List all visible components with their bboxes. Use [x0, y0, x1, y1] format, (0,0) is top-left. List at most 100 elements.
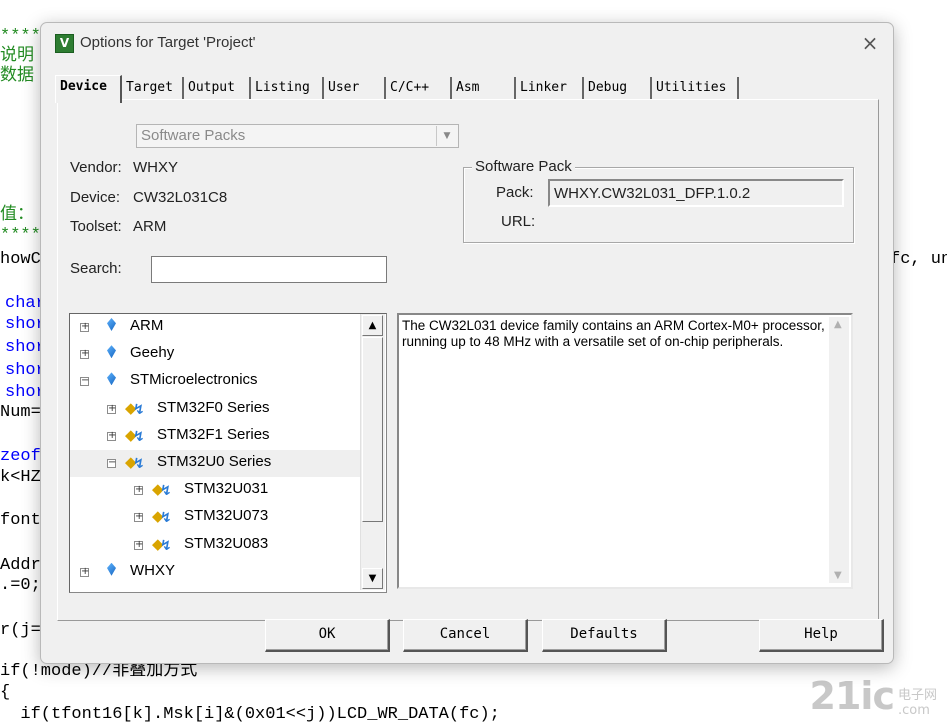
- tree-item[interactable]: + Geehy: [70, 341, 361, 368]
- vendor-value: WHXY: [133, 159, 178, 176]
- watermark-sub-1: 电子网: [897, 688, 937, 703]
- tree-item[interactable]: + WHXY: [70, 559, 361, 586]
- vendor-icon: [107, 345, 116, 359]
- code-right-fragment: fc, uns: [890, 250, 947, 269]
- watermark-sub-2: .com: [897, 703, 930, 718]
- expand-icon[interactable]: +: [80, 322, 89, 332]
- tab-output[interactable]: Output: [184, 77, 251, 99]
- tab-device[interactable]: Device: [55, 75, 122, 103]
- code-line: font: [0, 511, 41, 530]
- device-family-icon: ◆ ↯: [125, 453, 145, 472]
- code-line: ****: [0, 27, 41, 46]
- watermark-logo: 21ic 电子网 .com: [810, 674, 937, 718]
- tree-item-label: STM32F0 Series: [157, 398, 270, 416]
- code-line: .=0;: [0, 576, 41, 595]
- tab-c-cpp[interactable]: C/C++: [386, 77, 452, 99]
- tree-item-label: STM32U031: [184, 480, 269, 498]
- code-line: if(!mode)//非叠加方式: [0, 662, 198, 681]
- tree-item[interactable]: − STMicroelectronics: [70, 368, 361, 395]
- url-label: URL:: [501, 213, 536, 230]
- cancel-button[interactable]: Cancel: [403, 619, 528, 652]
- device-family-icon: ◆ ↯: [125, 398, 145, 418]
- tab-user[interactable]: User: [324, 77, 386, 99]
- pack-label: Pack:: [496, 184, 534, 201]
- device-icon: ◆ ↯: [152, 480, 172, 500]
- expand-icon[interactable]: +: [80, 349, 89, 360]
- tree-item[interactable]: + ◆ ↯ STM32U083: [70, 532, 361, 559]
- code-line: {: [0, 683, 11, 702]
- tree-item[interactable]: + ARM: [70, 314, 361, 341]
- expand-icon[interactable]: +: [107, 403, 116, 414]
- tree-item-label: STMicroelectronics: [130, 371, 258, 389]
- device-family-icon: ◆ ↯: [125, 425, 145, 445]
- scroll-down-icon[interactable]: ▼: [834, 570, 842, 581]
- ok-button[interactable]: OK: [265, 619, 390, 652]
- title-bar[interactable]: V Options for Target 'Project' ×: [41, 23, 893, 65]
- collapse-icon[interactable]: −: [107, 458, 116, 468]
- tab-asm[interactable]: Asm: [452, 77, 516, 99]
- chevron-down-icon[interactable]: ▼: [436, 126, 457, 146]
- dialog-title: Options for Target 'Project': [80, 34, 256, 51]
- expand-icon[interactable]: +: [107, 430, 116, 441]
- vendor-icon: [107, 372, 116, 386]
- tree-item-label: ARM: [130, 317, 164, 334]
- vendor-icon: [107, 562, 116, 576]
- tree-item[interactable]: + ◆ ↯ STM32F1 Series: [70, 423, 361, 450]
- device-icon: ◆ ↯: [152, 507, 172, 527]
- tab-listing[interactable]: Listing: [251, 77, 324, 99]
- scroll-up-icon[interactable]: ▲: [362, 315, 383, 336]
- device-icon: ◆ ↯: [152, 534, 172, 554]
- tree-item-label: STM32U0 Series: [157, 453, 272, 470]
- software-pack-group-title: Software Pack: [472, 158, 575, 175]
- code-line: if(tfont16[k].Msk[i]&(0x01<<j))LCD_WR_DA…: [0, 705, 500, 724]
- defaults-button[interactable]: Defaults: [542, 619, 667, 652]
- close-icon[interactable]: ×: [857, 31, 883, 55]
- code-line: 值：: [0, 206, 34, 225]
- tab-utilities[interactable]: Utilities: [652, 77, 739, 99]
- tab-target[interactable]: Target: [122, 77, 184, 99]
- tree-item[interactable]: + ◆ ↯ STM32F0 Series: [70, 396, 361, 423]
- keil-app-icon: V: [55, 34, 74, 53]
- vendor-label: Vendor:: [70, 159, 122, 176]
- expand-icon[interactable]: +: [134, 512, 143, 523]
- tree-scrollbar[interactable]: ▲ ▼: [360, 314, 385, 590]
- expand-icon[interactable]: +: [134, 539, 143, 550]
- device-description: The CW32L031 device family contains an A…: [397, 313, 853, 589]
- expand-icon[interactable]: +: [134, 485, 143, 496]
- expand-icon[interactable]: +: [80, 566, 89, 577]
- tree-item-label: STM32U083: [184, 534, 269, 552]
- tab-debug[interactable]: Debug: [584, 77, 652, 99]
- watermark-text: 21ic: [809, 674, 895, 718]
- search-label: Search:: [70, 260, 122, 277]
- scroll-up-icon[interactable]: ▲: [834, 319, 842, 330]
- software-packs-select[interactable]: Software Packs ▼: [136, 124, 459, 148]
- tree-item[interactable]: + ◆ ↯ STM32U073: [70, 504, 361, 531]
- tree-item[interactable]: − ◆ ↯ STM32U0 Series: [70, 450, 361, 477]
- scroll-thumb[interactable]: [362, 337, 383, 522]
- code-line: 数据: [0, 67, 34, 86]
- toolset-label: Toolset:: [70, 218, 122, 235]
- scroll-down-icon[interactable]: ▼: [362, 568, 383, 589]
- device-label: Device:: [70, 189, 121, 206]
- description-text: The CW32L031 device family contains an A…: [402, 318, 825, 349]
- tab-linker[interactable]: Linker: [516, 77, 584, 99]
- toolset-value: ARM: [133, 218, 167, 235]
- pack-field: WHXY.CW32L031_DFP.1.0.2: [548, 179, 844, 207]
- options-dialog: V Options for Target 'Project' × Device …: [40, 22, 894, 664]
- tree-item-label: Geehy: [130, 344, 175, 362]
- code-line: zeof: [0, 447, 41, 466]
- software-packs-value: Software Packs: [141, 127, 246, 144]
- tree-item-label: STM32F1 Series: [157, 425, 270, 443]
- description-scrollbar[interactable]: ▲ ▼: [829, 317, 849, 583]
- code-line: 说明: [0, 47, 34, 66]
- device-value: CW32L031C8: [133, 189, 228, 206]
- device-tree[interactable]: + ARM + Geehy − STMicroelectronics + ◆ ↯ STM32F0 …: [69, 313, 387, 593]
- vendor-icon: [107, 318, 116, 331]
- pack-value: WHXY.CW32L031_DFP.1.0.2: [554, 185, 751, 202]
- tree-item-label: STM32U073: [184, 507, 269, 525]
- search-input[interactable]: [151, 256, 387, 283]
- collapse-icon[interactable]: −: [80, 376, 89, 387]
- help-button[interactable]: Help: [759, 619, 884, 652]
- tree-item-label: WHXY: [130, 561, 175, 579]
- tree-item[interactable]: + ◆ ↯ STM32U031: [70, 477, 361, 504]
